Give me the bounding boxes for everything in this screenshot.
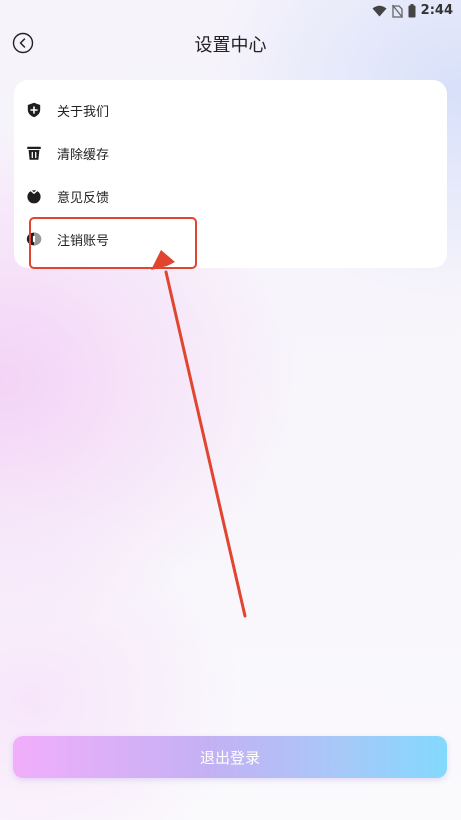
logout-button-label: 退出登录 [199,748,260,767]
no-sim-icon [391,4,403,18]
menu-item-about-us[interactable]: 关于我们 [14,89,447,131]
menu-item-label: 关于我们 [57,104,110,120]
menu-item-label: 清除缓存 [57,147,110,163]
feedback-icon [27,189,41,204]
menu-item-label: 注销账号 [57,233,110,249]
settings-card: 关于我们 清除缓存 意见反馈 注销账号 [14,80,447,268]
logout-button[interactable]: 退出登录 [13,736,447,778]
header: 设置中心 [0,24,461,62]
page-title: 设置中心 [194,35,267,56]
logout-eye-icon [26,232,42,246]
shield-plus-icon [27,102,41,118]
menu-item-feedback[interactable]: 意见反馈 [14,175,447,217]
menu-item-label: 意见反馈 [57,190,110,206]
status-icons: 2:44 [372,3,453,18]
status-time: 2:44 [420,3,453,18]
wifi-icon [372,5,387,16]
trash-icon [27,146,41,160]
battery-icon [408,3,416,17]
menu-item-deactivate-account[interactable]: 注销账号 [14,218,447,260]
status-bar: 2:44 [0,0,461,24]
menu-item-clear-cache[interactable]: 清除缓存 [14,132,447,174]
